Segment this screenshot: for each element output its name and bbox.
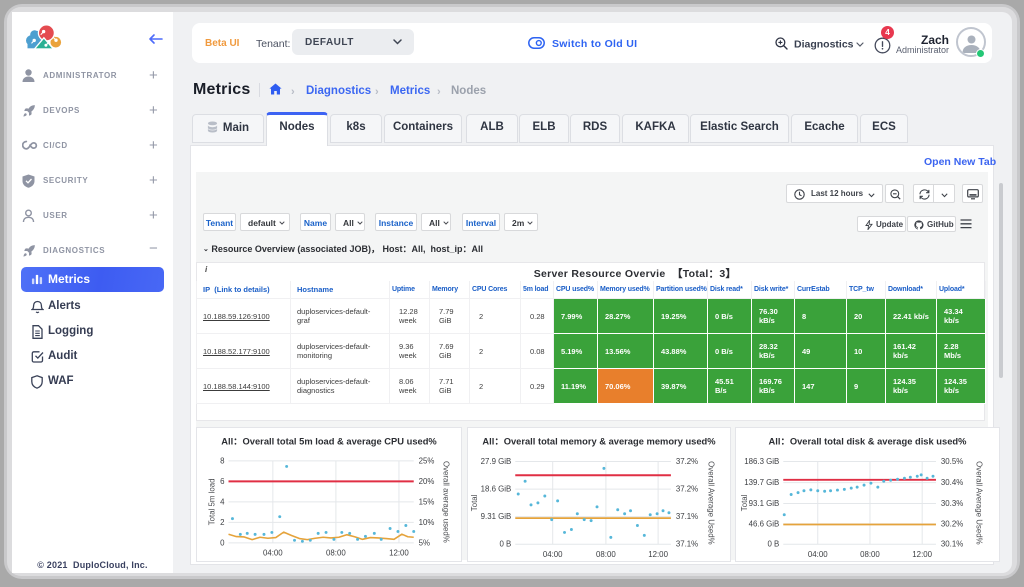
svg-text:08:00: 08:00	[326, 549, 346, 558]
svg-text:46.6 GiB: 46.6 GiB	[749, 519, 780, 528]
svg-text:Overall Average Used%: Overall Average Used%	[974, 461, 983, 544]
svg-text:186.3 GiB: 186.3 GiB	[744, 457, 779, 466]
svg-text:30.4%: 30.4%	[941, 478, 963, 487]
svg-text:30.1%: 30.1%	[941, 540, 963, 549]
svg-text:0 B: 0 B	[499, 540, 511, 549]
svg-text:Overall Average Used%: Overall Average Used%	[706, 461, 715, 544]
svg-text:All：Overall total disk & avera: All：Overall total disk & average disk us…	[769, 437, 968, 447]
svg-text:0: 0	[220, 538, 225, 547]
svg-text:25%: 25%	[419, 456, 435, 465]
svg-text:37.2%: 37.2%	[676, 457, 698, 466]
svg-text:08:00: 08:00	[596, 550, 616, 559]
svg-text:27.9 GiB: 27.9 GiB	[481, 457, 512, 466]
svg-text:5%: 5%	[419, 538, 430, 547]
svg-text:20%: 20%	[419, 477, 435, 486]
svg-text:All：Overall total memory & ave: All：Overall total memory & average memor…	[482, 437, 716, 447]
svg-text:6: 6	[220, 477, 225, 486]
svg-text:08:00: 08:00	[860, 550, 880, 559]
svg-text:37.2%: 37.2%	[676, 485, 698, 494]
svg-text:37.1%: 37.1%	[676, 540, 698, 549]
svg-text:Total: Total	[470, 494, 479, 511]
svg-text:04:00: 04:00	[263, 549, 283, 558]
svg-text:Overall average used%: Overall average used%	[441, 461, 450, 543]
svg-text:30.3%: 30.3%	[941, 499, 963, 508]
svg-text:04:00: 04:00	[808, 550, 828, 559]
svg-text:4: 4	[220, 497, 225, 506]
svg-text:04:00: 04:00	[543, 550, 563, 559]
svg-text:Total: Total	[740, 494, 749, 511]
svg-text:2: 2	[220, 518, 224, 527]
svg-text:30.5%: 30.5%	[941, 457, 963, 466]
svg-text:10%: 10%	[419, 518, 435, 527]
svg-text:12:00: 12:00	[389, 549, 409, 558]
svg-text:139.7 GiB: 139.7 GiB	[744, 478, 779, 487]
svg-text:9.31 GiB: 9.31 GiB	[481, 512, 512, 521]
svg-text:18.6 GiB: 18.6 GiB	[481, 485, 512, 494]
svg-text:93.1 GiB: 93.1 GiB	[749, 499, 780, 508]
svg-text:12:00: 12:00	[648, 550, 668, 559]
svg-text:15%: 15%	[419, 497, 435, 506]
svg-text:30.2%: 30.2%	[941, 519, 963, 528]
svg-text:All：Overall total 5m load & av: All：Overall total 5m load & average CPU …	[221, 437, 437, 447]
svg-text:Total 5m load: Total 5m load	[208, 478, 217, 525]
svg-text:8: 8	[220, 456, 225, 465]
svg-text:0 B: 0 B	[767, 540, 779, 549]
svg-text:37.1%: 37.1%	[676, 512, 698, 521]
svg-text:12:00: 12:00	[912, 550, 932, 559]
